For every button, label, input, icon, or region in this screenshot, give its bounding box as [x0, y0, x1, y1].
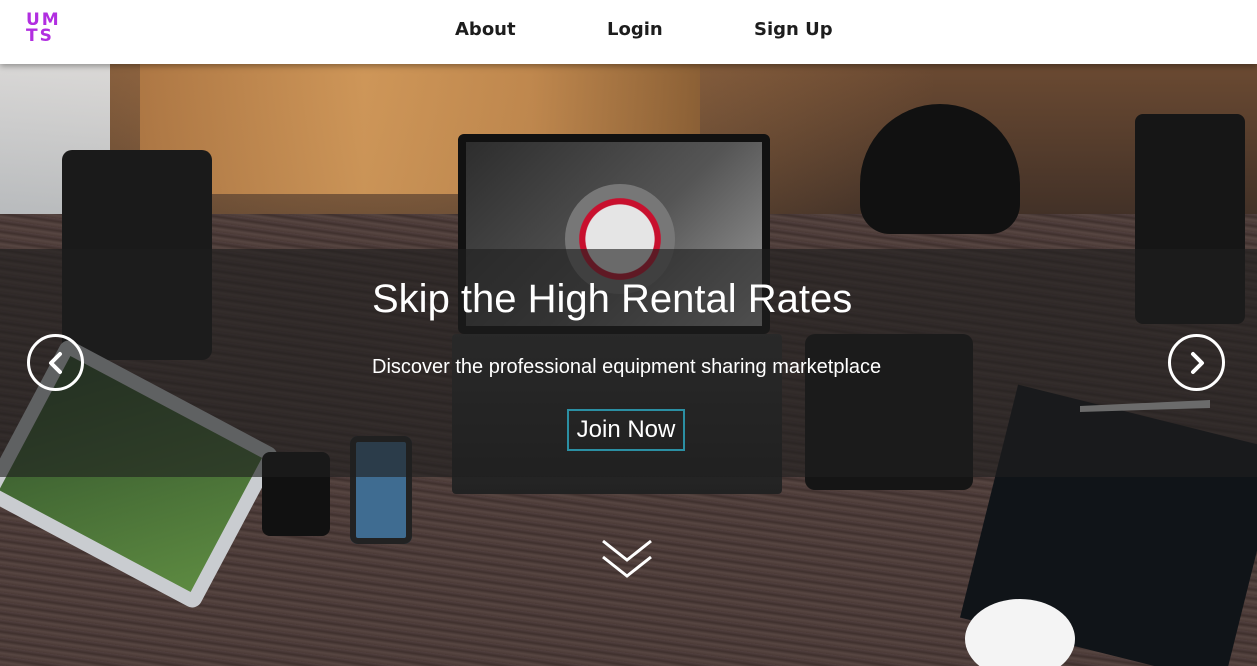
logo-line-2: TS [26, 26, 54, 46]
nav-about-link[interactable]: About [455, 19, 516, 40]
scroll-down-button[interactable] [600, 538, 654, 582]
nav-login-link[interactable]: Login [607, 19, 663, 40]
nav-signup-link[interactable]: Sign Up [754, 19, 833, 40]
chevron-right-icon [1191, 352, 1204, 374]
hero-headline: Skip the High Rental Rates [372, 277, 853, 321]
chevron-left-icon [49, 352, 62, 374]
lamp-image [860, 104, 1020, 234]
hero-subheadline: Discover the professional equipment shar… [372, 356, 882, 378]
carousel-next-button[interactable] [1168, 334, 1225, 391]
double-chevron-down-icon [602, 539, 652, 578]
top-navbar: UM TS About Login Sign Up [0, 0, 1257, 64]
carousel-prev-button[interactable] [27, 334, 84, 391]
logo[interactable]: UM TS [26, 12, 70, 46]
join-now-button[interactable]: Join Now [567, 409, 685, 451]
